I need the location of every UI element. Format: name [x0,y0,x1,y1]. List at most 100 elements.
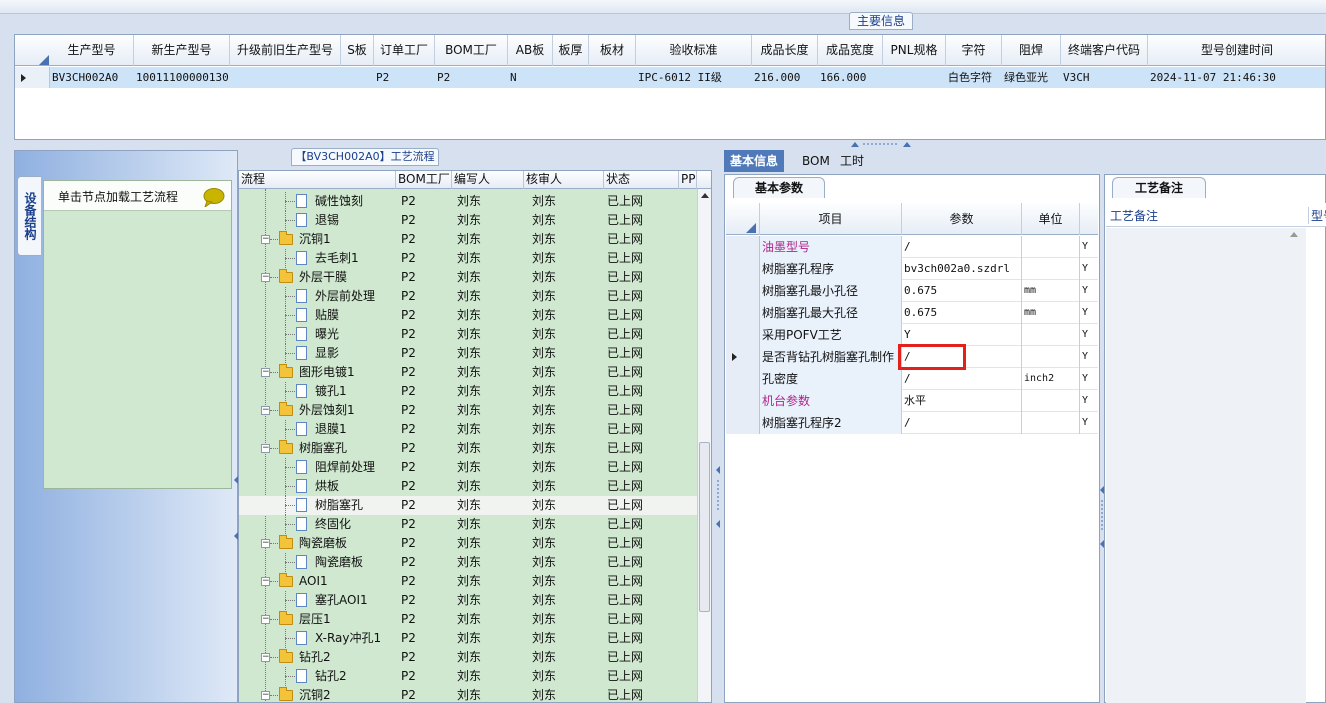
main-col-8[interactable]: 板材 [589,35,636,66]
tree-step-row[interactable]: 阻焊前处理 P2 刘东 刘东 已上网 [239,458,699,477]
tree-group-row[interactable]: − 树脂塞孔 P2 刘东 刘东 已上网 [239,439,699,458]
tree-step-row[interactable]: 显影 P2 刘东 刘东 已上网 [239,344,699,363]
tree-step-row[interactable]: 退锡 P2 刘东 刘东 已上网 [239,211,699,230]
tree-scrollbar[interactable] [697,189,711,702]
tree-col-4[interactable]: 状态 [604,171,679,189]
param-value[interactable]: bv3ch002a0.szdrl [902,258,1022,280]
tree-cell-reviewer: 刘东 [532,289,557,303]
main-col-1[interactable]: 新生产型号 [134,35,230,66]
tree-collapse-icon[interactable]: − [261,273,270,282]
params-col-value[interactable]: 参数 [902,203,1022,235]
tree-collapse-icon[interactable]: − [261,368,270,377]
main-col-13[interactable]: 字符 [946,35,1002,66]
main-col-4[interactable]: 订单工厂 [374,35,435,66]
tree-step-row[interactable]: 终固化 P2 刘东 刘东 已上网 [239,515,699,534]
param-row[interactable]: 油墨型号 / Y [726,236,1098,258]
tree-step-row[interactable]: 陶瓷磨板 P2 刘东 刘东 已上网 [239,553,699,572]
tab-basic-params[interactable]: 基本参数 [733,177,825,198]
param-value[interactable]: / [902,412,1022,434]
main-col-16[interactable]: 型号创建时间 [1148,35,1325,66]
tree-group-row[interactable]: − 陶瓷磨板 P2 刘东 刘东 已上网 [239,534,699,553]
speech-bubble-icon[interactable] [202,187,226,207]
tree-col-5[interactable]: PP [679,171,697,189]
main-col-6[interactable]: AB板 [508,35,553,66]
tree-col-3[interactable]: 核审人 [524,171,604,189]
tree-cell-reviewer: 刘东 [532,498,557,512]
tree-collapse-icon[interactable]: − [261,615,270,624]
tab-work-hours[interactable]: 工时 [834,150,870,172]
tree-group-row[interactable]: − AOI1 P2 刘东 刘东 已上网 [239,572,699,591]
tree-step-row[interactable]: X-Ray冲孔1 P2 刘东 刘东 已上网 [239,629,699,648]
tree-collapse-icon[interactable]: − [261,653,270,662]
params-col-item[interactable]: 项目 [760,203,902,235]
main-col-3[interactable]: S板 [341,35,374,66]
tree-group-row[interactable]: − 层压1 P2 刘东 刘东 已上网 [239,610,699,629]
param-value[interactable]: 0.675 [902,280,1022,302]
tree-step-row[interactable]: 塞孔AOI1 P2 刘东 刘东 已上网 [239,591,699,610]
main-col-14[interactable]: 阻焊 [1002,35,1061,66]
notes-body[interactable] [1106,228,1306,703]
param-row[interactable]: 机台参数 水平 Y [726,390,1098,412]
scroll-up-icon[interactable] [701,193,709,198]
main-col-10[interactable]: 成品长度 [752,35,818,66]
main-col-9[interactable]: 验收标准 [636,35,752,66]
tree-step-row[interactable]: 去毛刺1 P2 刘东 刘东 已上网 [239,249,699,268]
param-value[interactable]: 0.675 [902,302,1022,324]
tree-step-row[interactable]: 树脂塞孔 P2 刘东 刘东 已上网 [239,496,699,515]
tree-group-row[interactable]: − 沉铜1 P2 刘东 刘东 已上网 [239,230,699,249]
tab-process-notes[interactable]: 工艺备注 [1112,177,1206,198]
tree-collapse-icon[interactable]: − [261,691,270,700]
tab-bom[interactable]: BOM [796,150,836,172]
tree-collapse-icon[interactable]: − [261,444,270,453]
params-col-unit[interactable]: 单位 [1022,203,1080,235]
collapse-right-icon[interactable] [714,460,722,540]
tree-step-row[interactable]: 镀孔1 P2 刘东 刘东 已上网 [239,382,699,401]
tree-step-row[interactable]: 烘板 P2 刘东 刘东 已上网 [239,477,699,496]
param-row[interactable]: 树脂塞孔最大孔径 0.675 mm Y [726,302,1098,324]
param-value[interactable]: Y [902,324,1022,346]
side-tab-equipment-structure[interactable]: 设备结构 [17,176,41,256]
param-value[interactable]: / [902,368,1022,390]
tree-group-row[interactable]: − 外层干膜 P2 刘东 刘东 已上网 [239,268,699,287]
main-col-7[interactable]: 板厚 [553,35,589,66]
main-col-15[interactable]: 终端客户代码 [1061,35,1148,66]
param-row[interactable]: 树脂塞孔最小孔径 0.675 mm Y [726,280,1098,302]
main-col-11[interactable]: 成品宽度 [818,35,883,66]
tree-col-0[interactable]: 流程 [239,171,396,189]
tree-step-row[interactable]: 曝光 P2 刘东 刘东 已上网 [239,325,699,344]
tree-col-2[interactable]: 编写人 [452,171,524,189]
tree-collapse-icon[interactable]: − [261,235,270,244]
param-value[interactable]: 水平 [902,390,1022,412]
main-col-5[interactable]: BOM工厂 [435,35,508,66]
param-row[interactable]: 树脂塞孔程序2/ Y [726,412,1098,434]
tree-group-row[interactable]: − 外层蚀刻1 P2 刘东 刘东 已上网 [239,401,699,420]
tab-basic-info[interactable]: 基本信息 [724,150,785,172]
tree-step-row[interactable]: 贴膜 P2 刘东 刘东 已上网 [239,306,699,325]
tree-collapse-icon[interactable]: − [261,577,270,586]
tree-group-row[interactable]: − 钻孔2 P2 刘东 刘东 已上网 [239,648,699,667]
notes-col-model[interactable]: 型号 [1308,207,1326,224]
scroll-up-icon[interactable] [1290,232,1298,237]
tree-step-row[interactable]: 碱性蚀刻 P2 刘东 刘东 已上网 [239,192,699,211]
main-cell-13: 白色字符 [948,71,992,84]
tree-collapse-icon[interactable]: − [261,539,270,548]
main-col-12[interactable]: PNL规格 [883,35,946,66]
tree-step-row[interactable]: 钻孔2 P2 刘东 刘东 已上网 [239,667,699,686]
tree-group-row[interactable]: − 沉铜2 P2 刘东 刘东 已上网 [239,686,699,702]
tree-col-1[interactable]: BOM工厂 [396,171,452,189]
param-row[interactable]: 孔密度 / inch2 Y [726,368,1098,390]
tree-group-row[interactable]: − 图形电镀1 P2 刘东 刘东 已上网 [239,363,699,382]
main-info-row[interactable]: BV3CH002A0 10011100000130 P2 P2 N IPC-6012 II… [15,67,1325,88]
param-row[interactable]: 采用POFV工艺 Y Y [726,324,1098,346]
scroll-thumb[interactable] [699,442,710,612]
tree-step-row[interactable]: 外层前处理 P2 刘东 刘东 已上网 [239,287,699,306]
tree-collapse-icon[interactable]: − [261,406,270,415]
tree-step-row[interactable]: 退膜1 P2 刘东 刘东 已上网 [239,420,699,439]
param-row[interactable]: 树脂塞孔程序 bv3ch002a0.szdrl Y [726,258,1098,280]
splitter-handle[interactable] [849,141,913,149]
notes-col-remark[interactable]: 工艺备注 [1110,207,1158,224]
row-indicator [726,412,760,434]
main-col-2[interactable]: 升级前旧生产型号 [230,35,341,66]
main-col-0[interactable]: 生产型号 [50,35,134,66]
param-value[interactable]: / [902,236,1022,258]
